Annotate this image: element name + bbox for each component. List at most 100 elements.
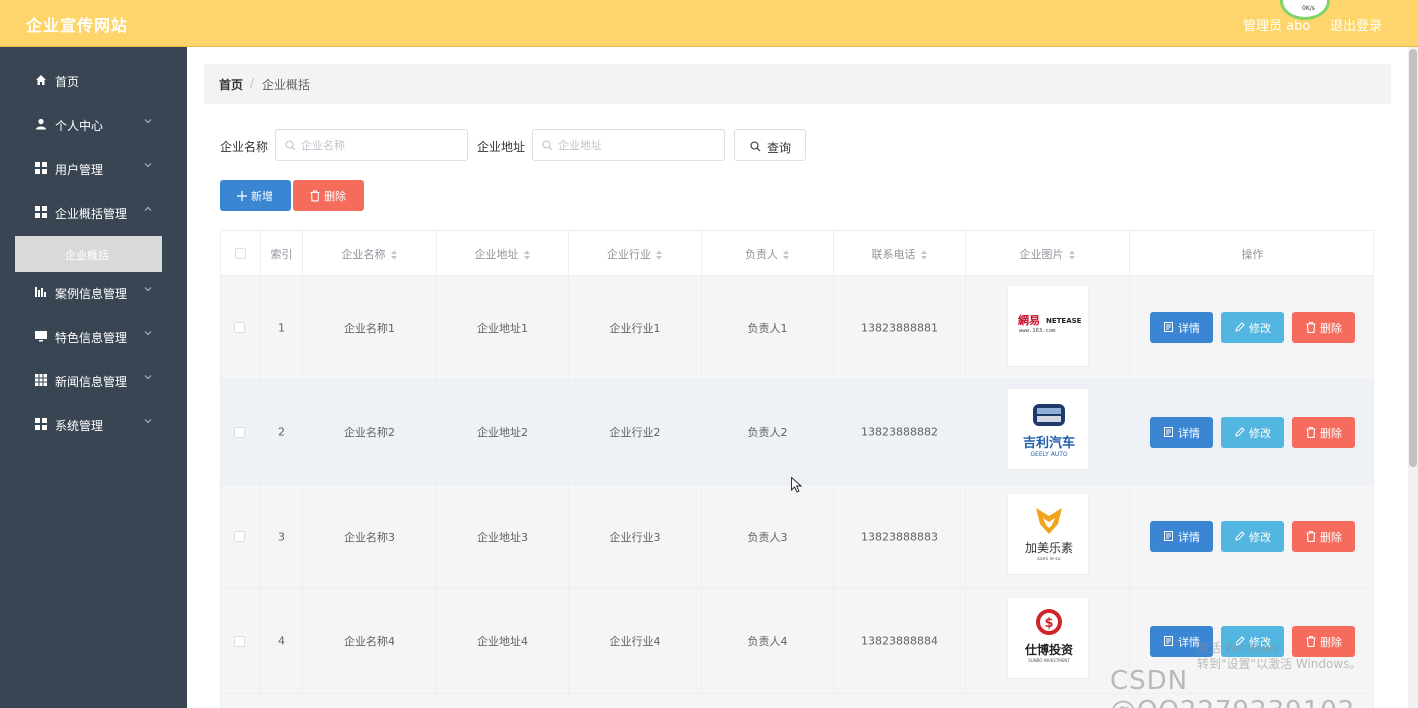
- cell-address: 企业地址4: [477, 635, 528, 648]
- trash-icon: [1306, 531, 1316, 542]
- logo-sub: GEELY AUTO: [1030, 451, 1068, 458]
- sort-icon[interactable]: [920, 250, 928, 260]
- header-phone[interactable]: 联系电话: [834, 231, 966, 276]
- logo-text: 加美乐素: [1025, 541, 1073, 555]
- sidebar-item-news-info-management[interactable]: 新闻信息管理: [0, 359, 187, 403]
- company-logo[interactable]: $ 仕博投资 SUNBO INVESTMENT: [1007, 597, 1089, 679]
- sidebar-item-case-info-management[interactable]: 案例信息管理: [0, 271, 187, 315]
- document-icon: [1164, 322, 1173, 332]
- table-icon: [35, 374, 47, 386]
- edit-button[interactable]: 修改: [1221, 417, 1284, 448]
- sidebar-item-home[interactable]: 首页: [0, 59, 187, 103]
- row-checkbox[interactable]: [234, 322, 245, 333]
- edit-button-label: 修改: [1249, 322, 1271, 335]
- detail-button[interactable]: 详情: [1150, 417, 1213, 448]
- sidebar-item-personal-center[interactable]: 个人中心: [0, 103, 187, 147]
- header-image[interactable]: 企业图片: [966, 231, 1130, 276]
- page-scrollbar[interactable]: [1408, 47, 1418, 708]
- company-logo[interactable]: 網易 NETEASE www.163.com: [1007, 285, 1089, 367]
- sidebar-item-label: 新闻信息管理: [55, 375, 128, 389]
- scrollbar-thumb[interactable]: [1409, 49, 1417, 467]
- company-address-search[interactable]: [532, 129, 725, 161]
- sidebar-item-label: 特色信息管理: [55, 331, 128, 345]
- detail-button-label: 详情: [1178, 531, 1200, 544]
- cell-name: 企业名称4: [344, 635, 395, 648]
- table-row: 1 企业名称1 企业地址1 企业行业1 负责人1 13823888881 網易 …: [221, 276, 1373, 380]
- company-name-label: 企业名称: [220, 140, 269, 154]
- cell-industry: 企业行业1: [609, 321, 661, 335]
- cell-industry: 企业行业3: [609, 530, 661, 544]
- detail-button[interactable]: 详情: [1150, 312, 1213, 343]
- watermark-line1: 激活 Windows: [1197, 641, 1279, 655]
- row-checkbox[interactable]: [234, 636, 245, 647]
- header-industry[interactable]: 企业行业: [569, 231, 702, 276]
- sidebar-subitem-company-overview[interactable]: 企业概括: [15, 236, 162, 272]
- delete-button[interactable]: 删除: [1292, 521, 1355, 552]
- sort-icon[interactable]: [523, 250, 531, 260]
- cell-index: 2: [278, 425, 285, 439]
- cell-index: 4: [278, 634, 285, 648]
- header-select-all: [221, 231, 261, 276]
- sidebar-item-company-overview-management[interactable]: 企业概括管理: [0, 191, 187, 235]
- delete-button[interactable]: 删除: [1292, 312, 1355, 343]
- query-button[interactable]: 查询: [734, 129, 806, 161]
- header-person[interactable]: 负责人: [702, 231, 834, 276]
- chevron-down-icon: [144, 419, 152, 424]
- trash-icon: [1306, 427, 1316, 438]
- header-address[interactable]: 企业地址: [437, 231, 569, 276]
- document-icon: [1164, 636, 1173, 646]
- current-user: 管理员 abo: [1243, 19, 1311, 34]
- sort-icon[interactable]: [782, 250, 790, 260]
- table-row: 2 企业名称2 企业地址2 企业行业2 负责人2 13823888882 吉利汽…: [221, 380, 1373, 485]
- logout-link[interactable]: 退出登录: [1330, 15, 1382, 34]
- company-logo[interactable]: 加美乐素 kami le-su: [1007, 493, 1089, 575]
- grid-icon: [35, 162, 47, 174]
- cell-person: 负责人4: [747, 635, 788, 648]
- select-all-checkbox[interactable]: [235, 248, 246, 259]
- detail-button[interactable]: 详情: [1150, 521, 1213, 552]
- breadcrumb-home[interactable]: 首页: [219, 76, 243, 93]
- batch-delete-button[interactable]: 删除: [293, 180, 364, 211]
- edit-button[interactable]: 修改: [1221, 312, 1284, 343]
- row-checkbox[interactable]: [234, 531, 245, 542]
- company-address-label: 企业地址: [477, 140, 526, 154]
- table-header: 索引 企业名称 企业地址 企业行业 负责人 联系电话 企业图片 操作: [221, 231, 1373, 276]
- company-address-input[interactable]: [558, 136, 718, 154]
- row-checkbox[interactable]: [234, 427, 245, 438]
- breadcrumb-separator: /: [250, 76, 255, 90]
- company-logo[interactable]: 吉利汽车 GEELY AUTO: [1007, 388, 1089, 470]
- sort-icon[interactable]: [390, 250, 398, 260]
- company-name-input[interactable]: [301, 136, 461, 154]
- header-name[interactable]: 企业名称: [303, 231, 437, 276]
- chevron-down-icon: [144, 331, 152, 336]
- add-button[interactable]: 新增: [220, 180, 291, 211]
- sidebar-item-label: 系统管理: [55, 419, 104, 433]
- edit-button-label: 修改: [1249, 531, 1271, 544]
- delete-button-label: 删除: [1320, 322, 1342, 335]
- sidebar-item-system-management[interactable]: 系统管理: [0, 403, 187, 447]
- logo-url: www.163.com: [1019, 328, 1056, 334]
- edit-button[interactable]: 修改: [1221, 521, 1284, 552]
- company-name-search[interactable]: [275, 129, 468, 161]
- logo-sub: NETEASE: [1046, 317, 1082, 325]
- home-icon: [36, 75, 46, 85]
- delete-button-label: 删除: [1320, 531, 1342, 544]
- cell-person: 负责人3: [747, 530, 788, 544]
- mouse-cursor-icon: [791, 477, 802, 493]
- svg-text:$: $: [1044, 616, 1053, 631]
- sidebar-item-user-management[interactable]: 用户管理: [0, 147, 187, 191]
- cell-name: 企业名称3: [344, 530, 395, 544]
- delete-button[interactable]: 删除: [1292, 417, 1355, 448]
- header-phone-label: 联系电话: [871, 248, 916, 261]
- sidebar-item-feature-info-management[interactable]: 特色信息管理: [0, 315, 187, 359]
- sort-icon[interactable]: [655, 250, 663, 260]
- sort-icon[interactable]: [1068, 250, 1076, 260]
- detail-button-label: 详情: [1178, 427, 1200, 440]
- sidebar-item-label: 用户管理: [55, 163, 104, 177]
- cell-name: 企业名称2: [344, 426, 395, 439]
- header-index-label: 索引: [270, 248, 293, 261]
- csdn-watermark: CSDN @QQ2279239102: [1110, 666, 1354, 708]
- trash-icon: [310, 190, 320, 201]
- chevron-down-icon: [144, 163, 152, 168]
- header-name-label: 企业名称: [341, 248, 386, 261]
